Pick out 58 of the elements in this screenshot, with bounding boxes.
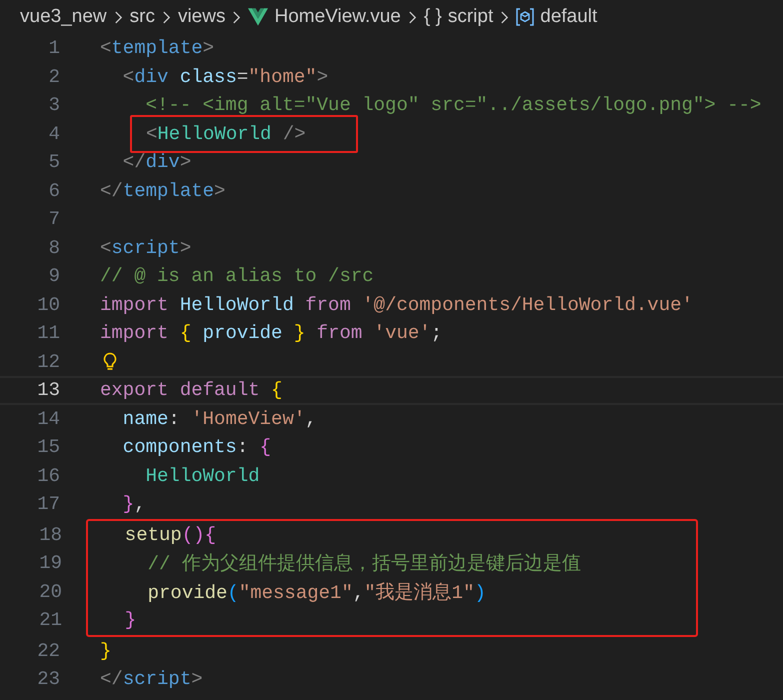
code-line: </div> xyxy=(122,151,192,174)
code-line: import { provide } from 'vue'; xyxy=(100,322,442,344)
code-line: import HelloWorld from '@/components/HelloWorld.vue' xyxy=(100,294,693,316)
line-number: 7 xyxy=(48,208,60,230)
breadcrumb-item[interactable]: script xyxy=(448,6,494,28)
line-number: 13 xyxy=(36,379,60,402)
code-line: <!-- <img alt="Vue logo" src="../assets/logo.png"> --> xyxy=(144,94,762,116)
code-line: <div class="home"> xyxy=(122,66,328,88)
code-line: </script> xyxy=(100,668,203,690)
code-line: </template> xyxy=(100,180,226,202)
line-number: 2 xyxy=(48,66,60,88)
code-line: } xyxy=(100,640,112,662)
vue-logo-icon xyxy=(248,8,268,26)
braces-icon: { } xyxy=(424,6,442,28)
code-line: // @ is an alias to /src xyxy=(100,265,374,288)
code-line: HelloWorld xyxy=(144,464,260,487)
line-number: 5 xyxy=(48,151,60,174)
code-line: name: 'HomeView', xyxy=(122,408,317,430)
code-line: } xyxy=(124,609,136,632)
breadcrumb-item[interactable]: vue3_new xyxy=(20,6,107,28)
line-number: 15 xyxy=(36,436,60,458)
chevron-icon xyxy=(114,10,123,24)
line-number: 8 xyxy=(48,236,60,259)
line-number: 18 xyxy=(38,524,62,546)
line-number: 4 xyxy=(48,122,60,145)
line-number: 6 xyxy=(48,180,60,202)
breadcrumb-item[interactable]: default xyxy=(540,6,598,28)
chevron-icon xyxy=(232,10,242,24)
line-number: 14 xyxy=(36,408,60,430)
chevron-icon xyxy=(408,10,417,24)
code-line: setup(){ xyxy=(124,524,216,546)
line-number: 21 xyxy=(38,609,62,632)
line-number: 3 xyxy=(48,94,60,116)
breadcrumb-item[interactable]: HomeView.vue xyxy=(274,6,401,28)
chevron-icon xyxy=(500,10,510,24)
chevron-icon xyxy=(162,10,171,24)
line-number: 11 xyxy=(36,322,60,344)
line-number: 12 xyxy=(36,350,60,373)
line-number: 22 xyxy=(36,640,60,662)
line-number: 17 xyxy=(36,493,60,516)
line-number: 10 xyxy=(36,294,60,316)
code-line: export default { xyxy=(100,379,282,402)
code-line: // 作为父组件提供信息，括号里前边是键后边是值 xyxy=(146,552,581,576)
line-number: 9 xyxy=(48,265,60,288)
code-line: components: { xyxy=(122,436,272,458)
code-line: }, xyxy=(122,493,146,516)
line-number: 23 xyxy=(36,668,60,690)
line-number: 19 xyxy=(38,552,62,574)
lightbulb-icon[interactable] xyxy=(102,352,118,372)
code-line: provide("message1","我是消息1") xyxy=(146,580,486,605)
breadcrumb-item[interactable]: src xyxy=(130,6,155,28)
cube-icon xyxy=(516,8,534,26)
line-number: 16 xyxy=(36,464,60,487)
line-number: 1 xyxy=(48,37,60,60)
code-line: <script> xyxy=(100,236,192,259)
code-line: <template> xyxy=(100,37,214,60)
breadcrumb-item[interactable]: views xyxy=(178,6,226,28)
line-number: 20 xyxy=(38,580,62,603)
